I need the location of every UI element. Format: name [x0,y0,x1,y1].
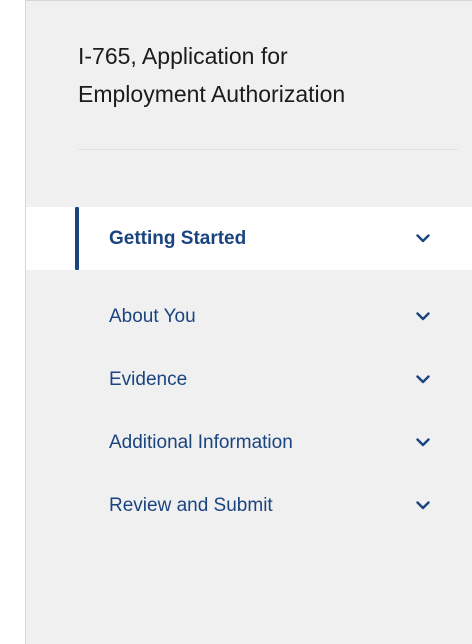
chevron-down-icon[interactable] [416,373,430,387]
form-title-line-1: I-765, Application for [78,43,288,69]
nav-item-evidence[interactable]: Evidence [26,348,472,411]
chevron-down-icon[interactable] [416,232,430,246]
nav-item-label: About You [109,305,196,327]
nav-item-additional-information[interactable]: Additional Information [26,411,472,474]
section-nav: Getting Started About You Evidence Addit… [26,207,472,537]
nav-item-label: Additional Information [109,431,293,453]
form-title: I-765, Application for Employment Author… [78,37,458,113]
form-title-line-2: Employment Authorization [78,81,346,107]
nav-item-review-and-submit[interactable]: Review and Submit [26,474,472,537]
chevron-down-icon[interactable] [416,436,430,450]
sidebar-panel: I-765, Application for Employment Author… [25,0,472,644]
nav-item-label: Getting Started [109,227,247,249]
chevron-down-icon[interactable] [416,310,430,324]
chevron-down-icon[interactable] [416,499,430,513]
nav-item-about-you[interactable]: About You [26,285,472,348]
nav-item-label: Review and Submit [109,494,273,516]
nav-item-getting-started[interactable]: Getting Started [26,207,472,270]
title-divider [78,149,458,150]
nav-item-label: Evidence [109,368,188,390]
